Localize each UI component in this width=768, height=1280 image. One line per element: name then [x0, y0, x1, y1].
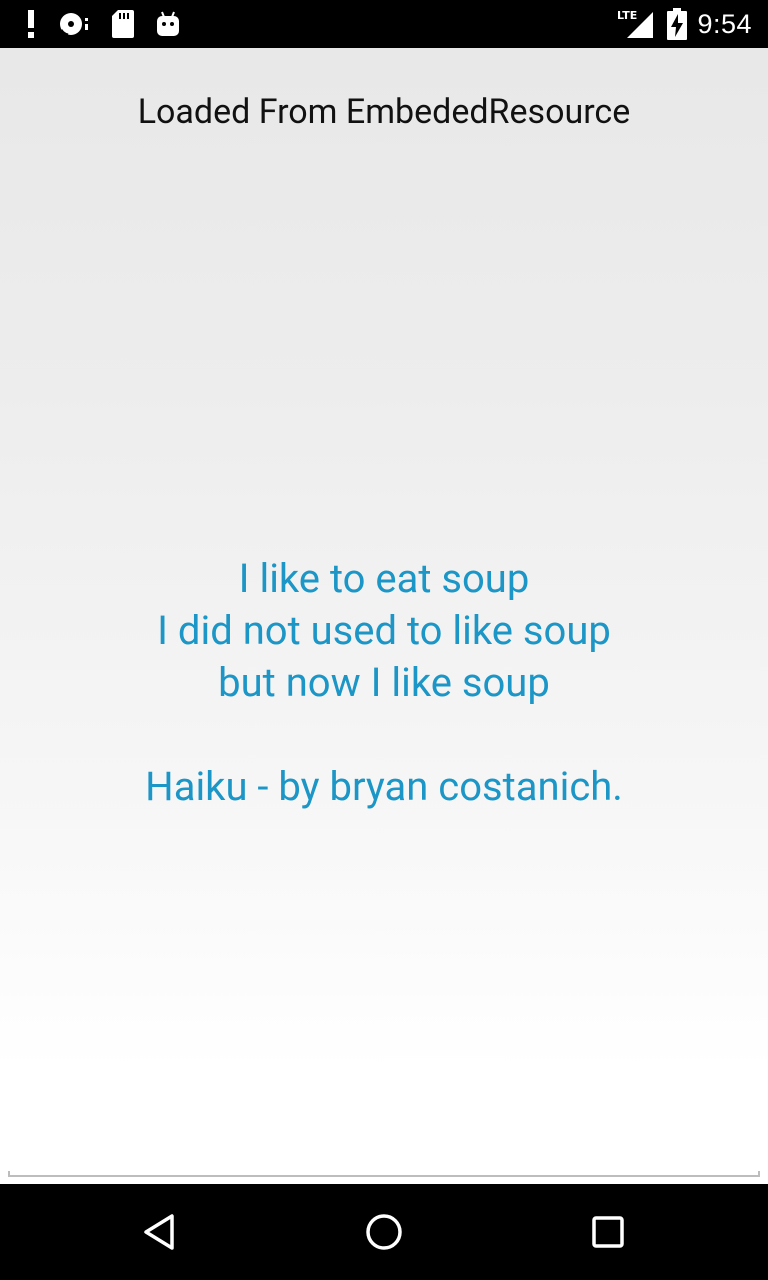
haiku-attribution: Haiku - by bryan costanich. — [145, 763, 623, 810]
status-bar-notifications — [26, 6, 180, 42]
status-time: 9:54 — [697, 8, 752, 39]
home-icon — [366, 1214, 402, 1250]
text-field-underline[interactable] — [8, 1171, 760, 1177]
haiku-line-3: but now I like soup — [218, 659, 550, 706]
haiku-line-2: I did not used to like soup — [157, 607, 611, 654]
page-title: Loaded From EmbededResource — [137, 92, 631, 132]
home-button[interactable] — [360, 1208, 408, 1256]
signal-icon: LTE — [617, 8, 657, 40]
sd-card-icon — [112, 10, 134, 38]
app-content: Loaded From EmbededResource I like to ea… — [0, 48, 768, 1184]
haiku-line-1: I like to eat soup — [238, 555, 530, 602]
back-button[interactable] — [136, 1208, 184, 1256]
navigation-bar — [0, 1184, 768, 1280]
recents-button[interactable] — [584, 1208, 632, 1256]
status-bar-system: LTE 9:54 — [617, 6, 752, 42]
haiku-text: I like to eat soup I did not used to lik… — [0, 553, 768, 813]
android-debug-icon — [156, 10, 180, 38]
haiku-spacer — [0, 709, 768, 761]
alert-icon — [26, 10, 36, 38]
recents-icon — [592, 1216, 624, 1248]
svg-text:LTE: LTE — [617, 9, 637, 22]
status-bar: LTE 9:54 — [0, 0, 768, 48]
disc-sync-icon — [58, 10, 90, 38]
back-icon — [144, 1214, 174, 1250]
battery-charging-icon — [667, 8, 688, 40]
